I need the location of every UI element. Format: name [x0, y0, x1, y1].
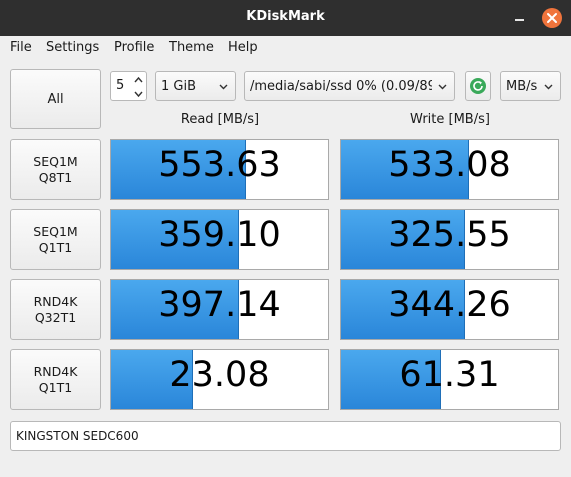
minimize-icon [515, 19, 524, 21]
read-result-seq1m-q1t1: 359.10 [110, 209, 329, 270]
test-size-value: 1 GiB [161, 78, 197, 94]
window-title: KDiskMark [246, 9, 325, 24]
refresh-icon [470, 78, 486, 94]
menu-file[interactable]: File [10, 40, 32, 55]
read-result-rnd4k-q1t1: 23.08 [110, 349, 329, 410]
loops-value: 5 [116, 78, 125, 93]
chevron-down-icon [544, 84, 553, 90]
read-value: 23.08 [169, 355, 270, 395]
test-label: SEQ1M Q1T1 [33, 223, 78, 255]
read-value: 397.14 [158, 285, 281, 325]
close-button[interactable] [542, 8, 562, 28]
write-value: 325.55 [388, 215, 511, 255]
test-button-rnd4k-q32t1[interactable]: RND4K Q32T1 [10, 279, 101, 340]
menu-help[interactable]: Help [228, 40, 258, 55]
read-result-rnd4k-q32t1: 397.14 [110, 279, 329, 340]
loops-spinbox[interactable]: 5 [110, 71, 147, 101]
menu-profile[interactable]: Profile [114, 40, 154, 55]
loops-increment-button[interactable] [131, 72, 146, 86]
write-result-seq1m-q1t1: 325.55 [340, 209, 559, 270]
refresh-button[interactable] [465, 71, 491, 101]
title-bar: KDiskMark [0, 0, 571, 36]
write-column-header: Write [MB/s] [410, 112, 490, 127]
test-size-select[interactable]: 1 GiB [155, 71, 236, 101]
menu-bar: File Settings Profile Theme Help [0, 36, 571, 59]
target-directory-select[interactable]: /media/sabi/ssd 0% (0.09/89 [244, 71, 455, 101]
read-value: 553.63 [158, 145, 281, 185]
kdiskmark-window: KDiskMark File Settings Profile Theme He… [0, 0, 571, 477]
chevron-up-icon [134, 76, 143, 83]
write-value: 533.08 [388, 145, 511, 185]
test-button-seq1m-q8t1[interactable]: SEQ1M Q8T1 [10, 139, 101, 200]
test-label: RND4K Q1T1 [33, 363, 78, 395]
minimize-button[interactable] [510, 8, 530, 28]
run-all-button[interactable]: All [10, 69, 101, 129]
write-value: 61.31 [399, 355, 500, 395]
test-button-seq1m-q1t1[interactable]: SEQ1M Q1T1 [10, 209, 101, 270]
read-column-header: Read [MB/s] [180, 112, 260, 127]
device-name-field[interactable]: KINGSTON SEDC600 [10, 421, 561, 451]
chevron-down-icon [438, 84, 447, 90]
menu-settings[interactable]: Settings [46, 40, 99, 55]
target-directory-value: /media/sabi/ssd 0% (0.09/89 [250, 78, 432, 94]
test-label: RND4K Q32T1 [33, 293, 78, 325]
menu-theme[interactable]: Theme [169, 40, 214, 55]
write-value: 344.26 [388, 285, 511, 325]
test-button-rnd4k-q1t1[interactable]: RND4K Q1T1 [10, 349, 101, 410]
write-result-rnd4k-q1t1: 61.31 [340, 349, 559, 410]
unit-select[interactable]: MB/s [500, 71, 561, 101]
close-icon [547, 13, 557, 23]
loops-decrement-button[interactable] [131, 86, 146, 100]
write-result-seq1m-q8t1: 533.08 [340, 139, 559, 200]
read-value: 359.10 [158, 215, 281, 255]
chevron-down-icon [134, 91, 143, 98]
read-result-seq1m-q8t1: 553.63 [110, 139, 329, 200]
unit-value: MB/s [506, 78, 538, 94]
chevron-down-icon [219, 84, 228, 90]
test-label: SEQ1M Q8T1 [33, 153, 78, 185]
write-result-rnd4k-q32t1: 344.26 [340, 279, 559, 340]
